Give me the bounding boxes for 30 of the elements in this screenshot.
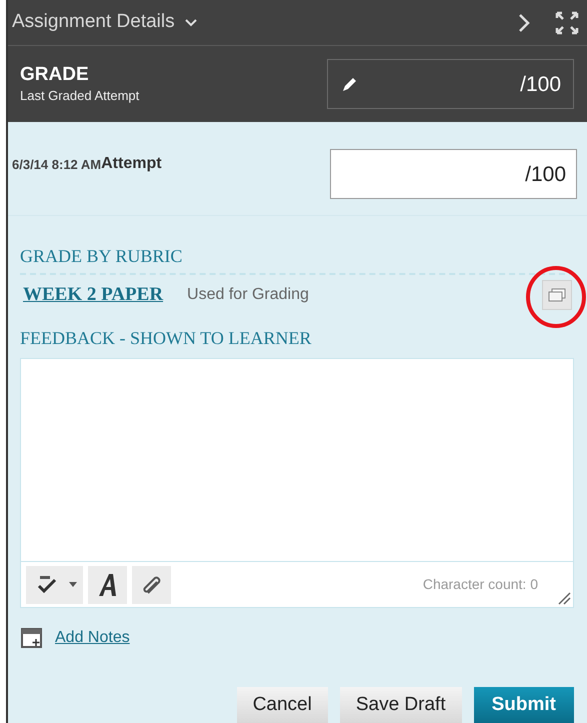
grade-heading: GRADE — [20, 64, 90, 86]
section-heading: GRADE BY RUBRIC — [20, 245, 184, 268]
spellcheck-button[interactable] — [26, 566, 83, 604]
attempt-label: Attempt — [101, 154, 162, 174]
action-button[interactable]: Cancel — [236, 687, 328, 723]
action-button[interactable]: Save Draft — [340, 687, 462, 723]
submit-button[interactable]: Submit — [474, 687, 574, 723]
expand-icon[interactable] — [555, 10, 579, 35]
grade-subtitle: Last Graded Attempt — [20, 86, 140, 105]
spellcheck-icon — [36, 574, 58, 595]
italic-letter-icon — [96, 572, 118, 597]
windows-icon — [548, 288, 566, 302]
panel-title[interactable]: Assignment Details — [12, 8, 175, 37]
attach-button[interactable] — [132, 566, 171, 604]
paperclip-icon — [140, 574, 162, 596]
add-notes-link[interactable]: Add Notes — [55, 626, 130, 650]
caret-icon — [69, 582, 77, 588]
grade-field[interactable]: /100 — [327, 59, 574, 110]
rubric-link[interactable]: WEEK 2 PAPER — [23, 280, 164, 310]
note-add-icon — [21, 628, 42, 648]
font-style-button[interactable] — [88, 566, 127, 604]
attempt-date: 6/3/14 8:12 AM — [12, 156, 102, 174]
rubric-status: Used for Grading — [187, 285, 309, 306]
rubric-view-button[interactable] — [542, 280, 572, 310]
attempt-grade-field[interactable]: /100 — [330, 149, 577, 200]
character-count: Character count: 0 — [422, 575, 538, 594]
resize-handle-icon[interactable] — [557, 591, 571, 606]
section-heading: FEEDBACK - SHOWN TO LEARNER — [20, 327, 312, 350]
chevron-right-icon[interactable] — [518, 12, 530, 33]
chevron-down-icon[interactable] — [184, 18, 197, 27]
